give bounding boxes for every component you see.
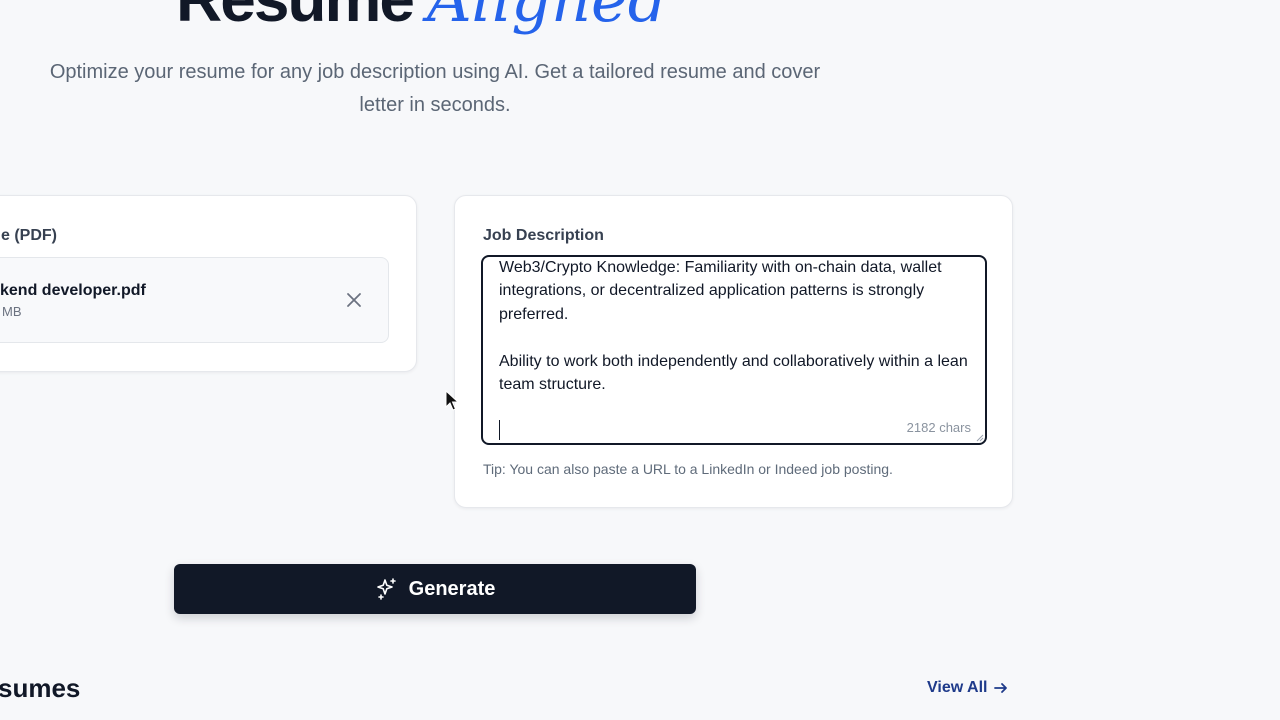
- file-name: kend developer.pdf: [0, 282, 146, 299]
- recent-resumes-heading: sumes: [0, 673, 81, 703]
- char-count: 2182 chars: [906, 420, 971, 435]
- hero-title-main: Resume: [176, 0, 415, 35]
- resume-upload-card: e (PDF) kend developer.pdf MB: [0, 195, 417, 372]
- close-icon: [347, 293, 361, 307]
- generate-button[interactable]: Generate: [174, 564, 696, 614]
- page: Resume Aligned Optimize your resume for a…: [0, 0, 1280, 720]
- resize-handle-icon[interactable]: [974, 432, 984, 442]
- text-caret: [499, 420, 500, 440]
- job-description-textarea[interactable]: Web3/Crypto Knowledge: Familiarity with …: [481, 255, 987, 445]
- hero-title-accent: Aligned: [427, 0, 667, 36]
- hero-title: Resume Aligned: [176, 0, 667, 36]
- file-size: MB: [2, 304, 22, 319]
- job-description-card: Job Description Web3/Crypto Knowledge: F…: [454, 195, 1013, 508]
- view-all-label: View All: [927, 679, 988, 696]
- uploaded-file: kend developer.pdf MB: [0, 257, 389, 343]
- job-description-label: Job Description: [483, 227, 604, 244]
- job-description-tip: Tip: You can also paste a URL to a Linke…: [483, 461, 893, 477]
- arrow-right-icon: [994, 683, 1008, 693]
- job-description-text: Web3/Crypto Knowledge: Familiarity with …: [499, 259, 968, 394]
- resume-upload-label: e (PDF): [1, 227, 57, 244]
- hero-subtitle: Optimize your resume for any job descrip…: [49, 61, 821, 116]
- generate-button-label: Generate: [408, 577, 496, 600]
- sparkles-icon: [376, 578, 396, 600]
- view-all-link[interactable]: View All: [927, 679, 1009, 697]
- remove-file-button[interactable]: [344, 290, 364, 310]
